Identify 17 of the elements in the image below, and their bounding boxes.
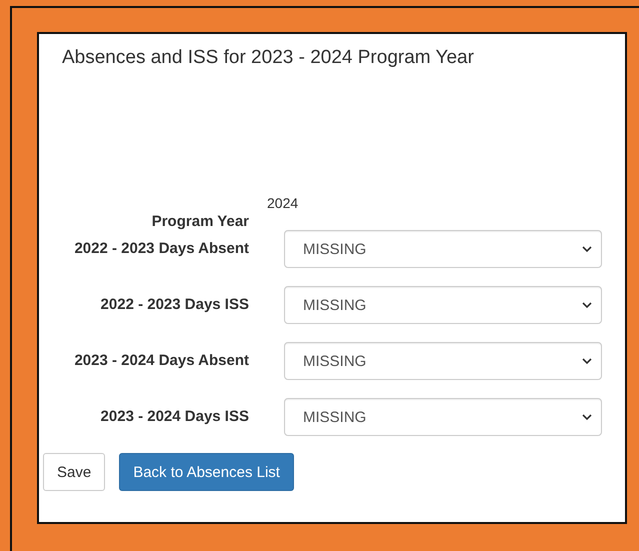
dropdown[interactable]: MISSING bbox=[284, 286, 602, 324]
field-label: 2023 - 2024 Days Absent bbox=[74, 352, 249, 370]
chevron-down-icon bbox=[581, 245, 593, 253]
chevron-down-icon bbox=[581, 413, 593, 421]
dropdown[interactable]: MISSING bbox=[284, 342, 602, 380]
back-button[interactable]: Back to Absences List bbox=[119, 453, 294, 491]
panel-title: Absences and ISS for 2023 - 2024 Program Year bbox=[62, 46, 475, 70]
field-label: 2022 - 2023 Days ISS bbox=[100, 296, 249, 314]
dropdown[interactable]: MISSING bbox=[284, 398, 602, 436]
chevron-down-icon bbox=[581, 301, 593, 309]
field-value: 2024 bbox=[267, 195, 300, 211]
dropdown[interactable]: MISSING bbox=[284, 230, 602, 268]
field-label: 2022 - 2023 Days Absent bbox=[74, 240, 249, 258]
save-button[interactable]: Save bbox=[43, 453, 106, 491]
field-label: 2023 - 2024 Days ISS bbox=[100, 408, 249, 426]
chevron-down-icon bbox=[581, 357, 593, 365]
field-label: Program Year bbox=[150, 213, 249, 231]
